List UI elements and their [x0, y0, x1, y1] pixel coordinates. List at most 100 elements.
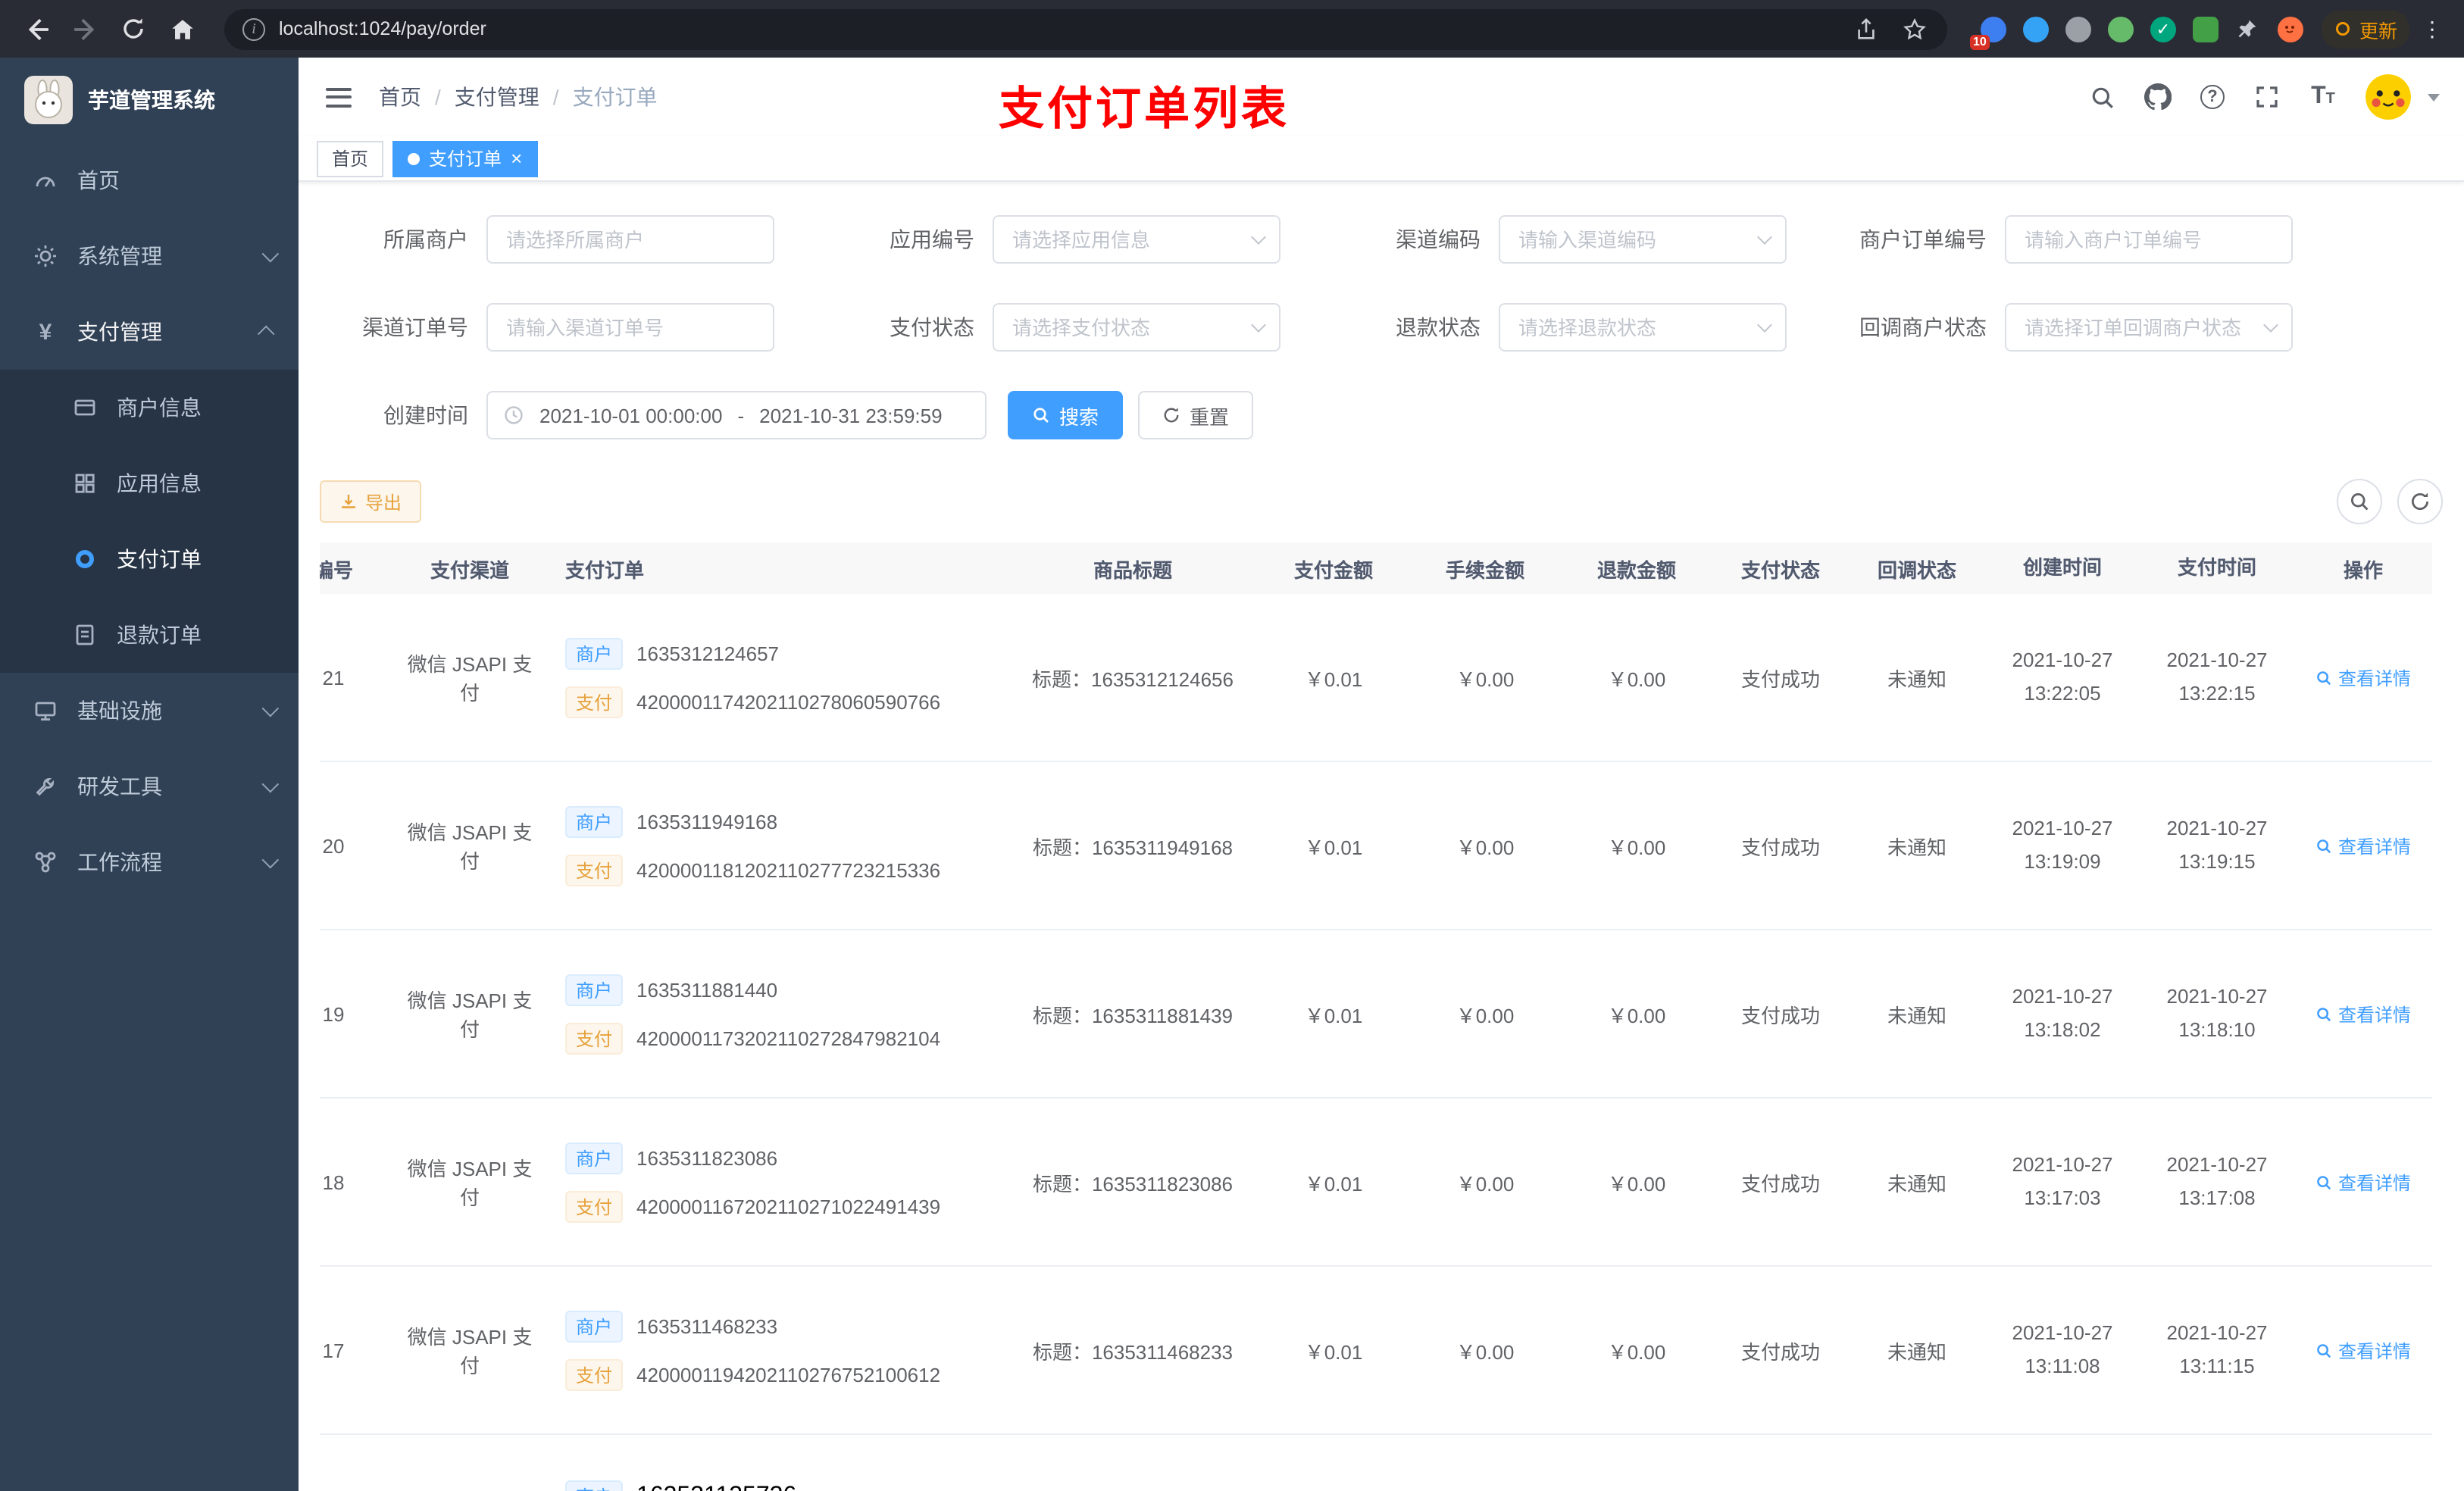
back-icon[interactable]	[15, 8, 58, 50]
address-bar[interactable]: i localhost:1024/pay/order	[224, 8, 1947, 49]
channel-code-select[interactable]	[1499, 215, 1787, 264]
filter-label-merchant-order-no: 商户订单编号	[1859, 227, 1987, 252]
tab-home[interactable]: 首页	[317, 140, 384, 177]
merchant-order-no: 1635311881440	[636, 978, 778, 1001]
cell-create-time: 2021-10-27 13:18:02	[2012, 984, 2113, 1041]
pay-tag: 支付	[565, 854, 624, 886]
extension-icon-gray[interactable]	[2065, 16, 2091, 42]
app-id-input[interactable]	[993, 215, 1280, 264]
create-time-range-picker[interactable]: 2021-10-01 00:00:00 - 2021-10-31 23:59:5…	[486, 391, 987, 439]
fullscreen-icon[interactable]	[2253, 83, 2281, 111]
merchant-card-icon	[70, 395, 100, 420]
top-navbar: 首页 / 支付管理 / 支付订单 支付订单列表 ? T T	[299, 58, 2464, 136]
forward-icon[interactable]	[64, 8, 106, 50]
share-icon[interactable]	[1853, 15, 1881, 42]
merchant-order-no: 1635312124657	[636, 642, 780, 664]
export-button[interactable]: 导出	[320, 480, 422, 523]
sidebar-item-app-info[interactable]: 应用信息	[0, 445, 299, 521]
sidebar-item-merchant-info[interactable]: 商户信息	[0, 370, 299, 445]
browser-chrome: i localhost:1024/pay/order 10 ✓ 更新 ⋮	[0, 0, 2464, 58]
browser-menu-icon[interactable]: ⋮	[2416, 16, 2449, 42]
cell-amount: ￥0.01	[1304, 667, 1363, 690]
sidebar-item-payment[interactable]: ¥ 支付管理	[0, 294, 299, 370]
extension-icon-square[interactable]	[2192, 16, 2219, 42]
view-detail-link[interactable]: 查看详情	[2315, 1001, 2411, 1027]
channel-code-input[interactable]	[1499, 215, 1787, 264]
view-detail-link[interactable]: 查看详情	[2315, 664, 2411, 690]
pay-status-input[interactable]	[993, 303, 1280, 352]
sidebar-item-infrastructure[interactable]: 基础设施	[0, 673, 299, 749]
pay-status-select[interactable]	[993, 303, 1280, 352]
tabs-bar: 首页 支付订单 ×	[299, 136, 2464, 182]
yen-icon: ¥	[39, 319, 52, 345]
help-icon[interactable]: ?	[2200, 85, 2225, 109]
view-detail-link[interactable]: 查看详情	[2315, 833, 2411, 858]
merchant-tag: 商户	[565, 637, 624, 669]
extension-icon-drop[interactable]	[2022, 16, 2049, 42]
channel-order-no-field[interactable]	[486, 303, 774, 352]
channel-order-no-input[interactable]	[486, 303, 774, 352]
sidebar-item-pay-order[interactable]: 支付订单	[0, 521, 299, 597]
tab-pay-order[interactable]: 支付订单 ×	[392, 140, 538, 177]
notify-status-select[interactable]	[2005, 303, 2293, 352]
channel-transaction-no: 4200001173202110272847982104	[636, 1027, 941, 1049]
col-header-title: 商品标题	[1093, 558, 1172, 581]
merchant-select[interactable]	[486, 215, 774, 264]
search-icon[interactable]	[2088, 83, 2115, 111]
merchant-input[interactable]	[486, 215, 774, 264]
sidebar-item-workflow[interactable]: 工作流程	[0, 824, 299, 900]
avatar[interactable]	[2366, 74, 2411, 120]
sidebar: 芋道管理系统 首页 系统管理 ¥ 支付管理 商户信息 应用信息 支付订单 退款订…	[0, 58, 299, 1491]
refund-status-input[interactable]	[1499, 303, 1787, 352]
reset-button[interactable]: 重置	[1138, 391, 1254, 439]
search-button[interactable]: 搜索	[1008, 391, 1124, 439]
col-header-action: 操作	[2343, 558, 2383, 581]
home-icon[interactable]	[161, 8, 203, 50]
cell-pay-time: 2021-10-27 13:18:10	[2166, 984, 2268, 1041]
reload-icon[interactable]	[112, 8, 155, 50]
merchant-tag: 商户	[565, 1310, 624, 1342]
browser-update-button[interactable]: 更新	[2321, 10, 2409, 48]
avatar-dropdown-icon[interactable]	[2428, 93, 2440, 101]
merchant-order-no-input[interactable]	[2005, 215, 2293, 264]
sidebar-item-refund-order[interactable]: 退款订单	[0, 597, 299, 673]
merchant-order-no: 1635311823086	[636, 1146, 778, 1169]
merchant-order-no: 1635311949168	[636, 810, 778, 833]
cell-fee: ￥0.00	[1456, 667, 1515, 690]
pin-icon[interactable]	[2235, 16, 2261, 42]
view-detail-link[interactable]: 查看详情	[2315, 1337, 2411, 1363]
chevron-up-icon	[257, 325, 275, 343]
sidebar-item-system[interactable]: 系统管理	[0, 218, 299, 294]
github-icon[interactable]	[2144, 83, 2172, 111]
merchant-order-no-field[interactable]	[2005, 215, 2293, 264]
sidebar-item-home[interactable]: 首页	[0, 142, 299, 218]
sidebar-toggle-icon[interactable]	[323, 81, 355, 113]
bookmark-star-icon[interactable]	[1902, 15, 1929, 42]
merchant-tag: 商户	[565, 1142, 624, 1174]
notify-status-input[interactable]	[2005, 303, 2293, 352]
font-size-icon[interactable]: TT	[2309, 83, 2337, 111]
extension-icon-badge[interactable]: 10	[1969, 16, 2006, 49]
extension-icon-face[interactable]	[2277, 16, 2303, 42]
cell-create-time: 2021-10-27 13:11:08	[2012, 1321, 2113, 1377]
refund-status-select[interactable]	[1499, 303, 1787, 352]
site-info-icon[interactable]: i	[242, 17, 265, 40]
breadcrumb-home[interactable]: 首页	[379, 82, 421, 112]
refresh-icon[interactable]	[2397, 479, 2443, 524]
close-icon[interactable]: ×	[511, 148, 522, 168]
date-end[interactable]: 2021-10-31 23:59:59	[759, 404, 942, 427]
extension-icon-check[interactable]: ✓	[2150, 16, 2176, 42]
url-text[interactable]: localhost:1024/pay/order	[279, 18, 1840, 39]
app-id-select[interactable]	[993, 215, 1280, 264]
date-start[interactable]: 2021-10-01 00:00:00	[539, 404, 722, 427]
cell-title: 标题：1635311468233	[1032, 1340, 1234, 1363]
col-header-refund: 退款金额	[1596, 558, 1676, 581]
pay-tag: 支付	[565, 1022, 624, 1054]
breadcrumb-section[interactable]: 支付管理	[455, 82, 539, 112]
extension-icon-green[interactable]	[2107, 16, 2134, 42]
sidebar-item-dev-tools[interactable]: 研发工具	[0, 749, 299, 824]
cell-pay-order: 商户 1635311949168 支付 42000011812021102777…	[553, 805, 1008, 886]
channel-transaction-no: 4200001194202110276752100612	[636, 1363, 941, 1386]
toggle-search-icon[interactable]	[2337, 479, 2382, 524]
view-detail-link[interactable]: 查看详情	[2315, 1169, 2411, 1195]
